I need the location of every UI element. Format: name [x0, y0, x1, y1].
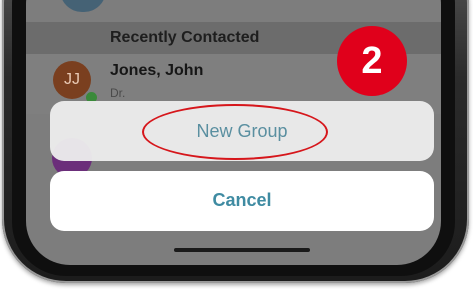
contact-subtitle: Dr. [110, 86, 126, 100]
home-indicator[interactable] [174, 248, 310, 252]
cancel-label: Cancel [212, 190, 272, 210]
section-header-label: Recently Contacted [110, 29, 260, 46]
highlight-ellipse [142, 104, 328, 160]
contact-name: Jones, John [110, 62, 204, 79]
cancel-button[interactable]: Cancel [50, 171, 434, 231]
partial-contact-avatar [60, 0, 106, 12]
step-number-badge: 2 [337, 26, 407, 96]
